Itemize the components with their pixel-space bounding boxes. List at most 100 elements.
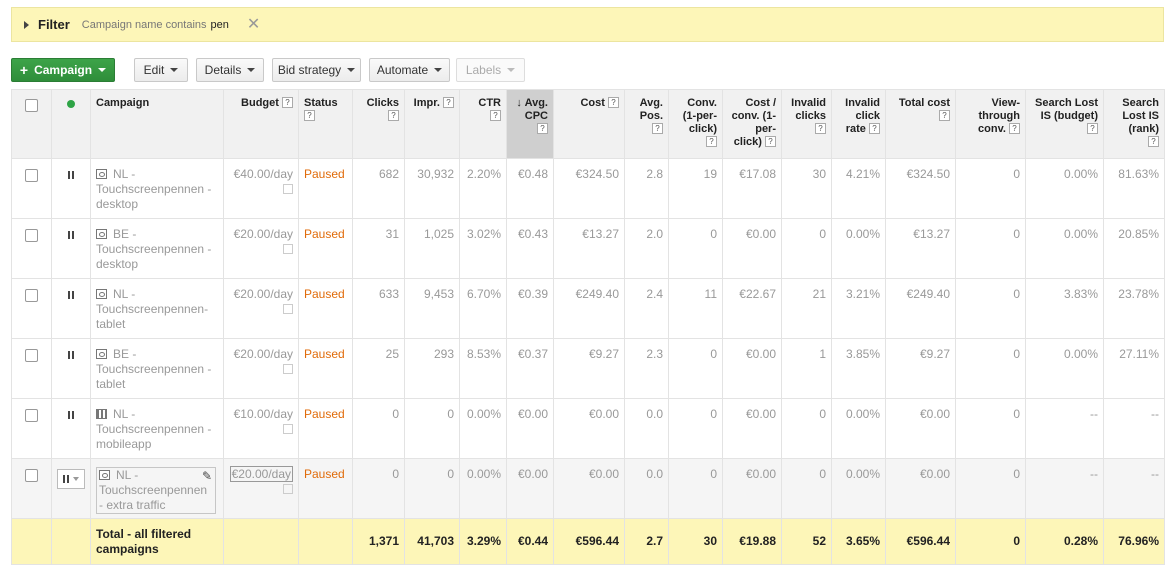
details-button[interactable]: Details [196, 58, 264, 82]
table-row[interactable]: NL - Touchscreenpennen - desktop €40.00/… [11, 158, 1165, 219]
help-icon[interactable]: ? [608, 97, 619, 108]
help-icon[interactable]: ? [869, 123, 880, 134]
row-checkbox[interactable] [25, 289, 38, 302]
row-checkbox[interactable] [25, 409, 38, 422]
pause-icon[interactable] [68, 171, 74, 179]
campaign-name-link[interactable]: NL - Touchscreenpennen - desktop [96, 167, 211, 211]
row-status-cell[interactable] [51, 398, 91, 459]
filter-bar[interactable]: Filter Campaign name contains pen ✕ [11, 7, 1164, 42]
table-row[interactable]: NL - Touchscreenpennen-tablet €20.00/day… [11, 278, 1165, 339]
budget-chart-icon[interactable] [283, 484, 293, 494]
col-avg-cpc[interactable]: ↓ Avg. CPC? [506, 89, 554, 159]
help-icon[interactable]: ? [282, 97, 293, 108]
col-budget[interactable]: Budget ? [223, 89, 299, 159]
add-campaign-button[interactable]: + Campaign [11, 58, 115, 82]
row-select[interactable] [11, 458, 52, 519]
campaign-name-link[interactable]: BE - Touchscreenpennen - tablet [96, 347, 211, 391]
col-invalid-rate[interactable]: Invalid click rate ? [831, 89, 886, 159]
col-cost-conv[interactable]: Cost / conv. (1-per-click) ? [722, 89, 782, 159]
campaign-name-cell[interactable]: BE - Touchscreenpennen - tablet [90, 338, 224, 399]
row-checkbox[interactable] [25, 469, 38, 482]
help-icon[interactable]: ? [1087, 123, 1098, 134]
budget-cell[interactable]: €20.00/day [223, 458, 299, 519]
table-row[interactable]: BE - Touchscreenpennen - tablet €20.00/d… [11, 338, 1165, 399]
help-icon[interactable]: ? [1148, 136, 1159, 147]
help-icon[interactable]: ? [939, 110, 950, 121]
budget-cell[interactable]: €20.00/day [223, 278, 299, 339]
campaign-name-cell[interactable]: BE - Touchscreenpennen - desktop [90, 218, 224, 279]
budget-cell[interactable]: €20.00/day [223, 218, 299, 279]
budget-cell[interactable]: €10.00/day [223, 398, 299, 459]
row-status-cell[interactable] [51, 158, 91, 219]
col-clicks[interactable]: Clicks? [352, 89, 405, 159]
col-lost-rank[interactable]: Search Lost IS (rank)? [1103, 89, 1165, 159]
pause-icon[interactable] [68, 351, 74, 359]
pause-icon[interactable] [68, 291, 74, 299]
col-avg-pos[interactable]: Avg. Pos.? [624, 89, 669, 159]
row-status-cell[interactable] [51, 218, 91, 279]
expand-triangle-icon[interactable] [24, 20, 29, 29]
help-icon[interactable]: ? [388, 110, 399, 121]
help-icon[interactable]: ? [443, 97, 454, 108]
budget-chart-icon[interactable] [283, 364, 293, 374]
col-campaign[interactable]: Campaign [90, 89, 224, 159]
col-conv[interactable]: Conv. (1-per-click)? [668, 89, 723, 159]
row-checkbox[interactable] [25, 349, 38, 362]
automate-button[interactable]: Automate [369, 58, 450, 82]
select-all-header[interactable] [11, 89, 52, 159]
edit-button[interactable]: Edit [134, 58, 188, 82]
campaign-name-cell[interactable]: NL - Touchscreenpennen - extra traffic ✎ [90, 458, 224, 519]
campaign-name-edit[interactable]: NL - Touchscreenpennen - extra traffic ✎ [96, 467, 216, 514]
bid-strategy-button[interactable]: Bid strategy [272, 58, 361, 82]
select-all-checkbox[interactable] [25, 99, 38, 112]
help-icon[interactable]: ? [765, 136, 776, 147]
campaign-name-link[interactable]: NL - Touchscreenpennen-tablet [96, 287, 208, 331]
help-icon[interactable]: ? [1009, 123, 1020, 134]
table-row[interactable]: NL - Touchscreenpennen - mobileapp €10.0… [11, 398, 1165, 459]
budget-value[interactable]: €20.00/day [229, 466, 293, 482]
col-view-through[interactable]: View-through conv. ? [955, 89, 1026, 159]
close-icon[interactable]: ✕ [247, 16, 260, 33]
help-icon[interactable]: ? [706, 136, 717, 147]
help-icon[interactable]: ? [490, 110, 501, 121]
budget-cell[interactable]: €20.00/day [223, 338, 299, 399]
campaign-name-cell[interactable]: NL - Touchscreenpennen - desktop [90, 158, 224, 219]
labels-button[interactable]: Labels [456, 58, 525, 82]
help-icon[interactable]: ? [815, 123, 826, 134]
help-icon[interactable]: ? [304, 110, 315, 121]
campaign-name-cell[interactable]: NL - Touchscreenpennen - mobileapp [90, 398, 224, 459]
help-icon[interactable]: ? [652, 123, 663, 134]
budget-chart-icon[interactable] [283, 184, 293, 194]
campaign-name-cell[interactable]: NL - Touchscreenpennen-tablet [90, 278, 224, 339]
campaign-name-link[interactable]: NL - Touchscreenpennen - extra traffic [99, 468, 207, 512]
row-status-cell[interactable] [51, 458, 91, 519]
pause-icon[interactable] [68, 231, 74, 239]
status-dropdown[interactable] [57, 469, 85, 489]
row-select[interactable] [11, 218, 52, 279]
col-status[interactable]: Status? [298, 89, 353, 159]
row-checkbox[interactable] [25, 229, 38, 242]
budget-cell[interactable]: €40.00/day [223, 158, 299, 219]
pencil-icon[interactable]: ✎ [202, 469, 212, 484]
col-cost[interactable]: Cost ? [553, 89, 625, 159]
row-select[interactable] [11, 338, 52, 399]
row-select[interactable] [11, 278, 52, 339]
col-lost-budget[interactable]: Search Lost IS (budget)? [1025, 89, 1104, 159]
col-total-cost[interactable]: Total cost? [885, 89, 956, 159]
help-icon[interactable]: ? [537, 123, 548, 134]
table-row[interactable]: BE - Touchscreenpennen - desktop €20.00/… [11, 218, 1165, 279]
row-status-cell[interactable] [51, 278, 91, 339]
budget-chart-icon[interactable] [283, 424, 293, 434]
row-status-cell[interactable] [51, 338, 91, 399]
col-ctr[interactable]: CTR? [459, 89, 507, 159]
row-select[interactable] [11, 398, 52, 459]
budget-chart-icon[interactable] [283, 244, 293, 254]
campaign-name-link[interactable]: NL - Touchscreenpennen - mobileapp [96, 407, 211, 451]
status-dot-header[interactable] [51, 89, 91, 159]
campaign-name-link[interactable]: BE - Touchscreenpennen - desktop [96, 227, 211, 271]
col-invalid-clicks[interactable]: Invalid clicks? [781, 89, 832, 159]
row-checkbox[interactable] [25, 169, 38, 182]
budget-chart-icon[interactable] [283, 304, 293, 314]
row-select[interactable] [11, 158, 52, 219]
col-impr[interactable]: Impr. ? [404, 89, 460, 159]
